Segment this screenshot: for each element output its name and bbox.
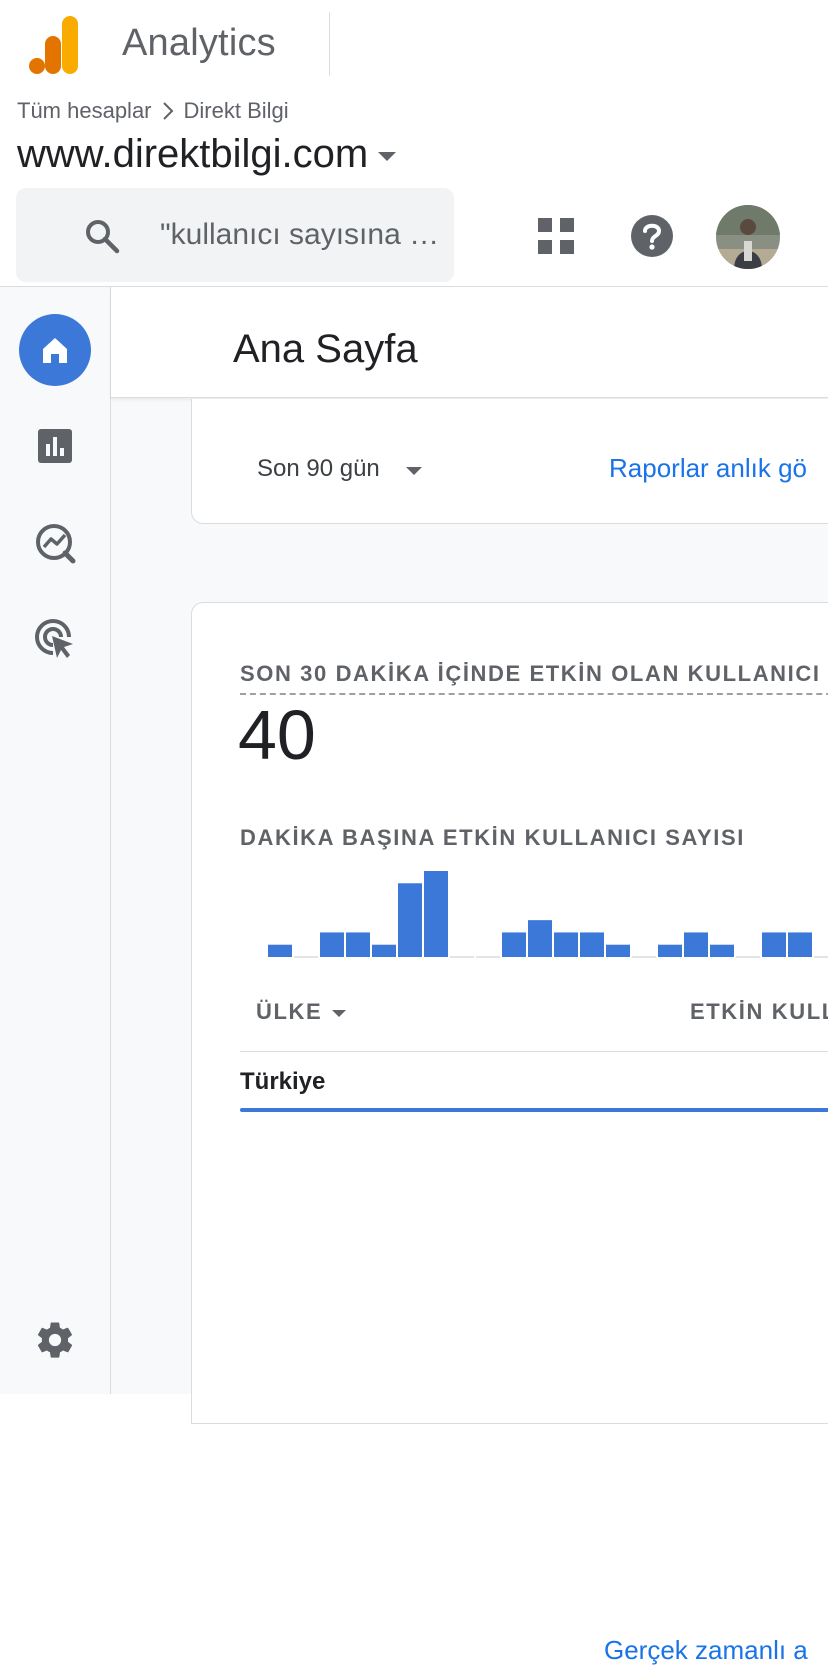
main-content: Ana Sayfa Son 90 gün Raporlar anlık gö S…: [111, 287, 828, 1665]
chart-bar: [268, 944, 292, 957]
chart-bar: [528, 920, 552, 957]
table-divider: [240, 1051, 828, 1052]
table-row-share-bar: [240, 1108, 828, 1112]
chart-bar: [788, 932, 812, 957]
chart-bar: [658, 944, 682, 957]
country-header-label: ÜLKE: [256, 999, 323, 1024]
chart-bar: [398, 883, 422, 957]
country-column-header[interactable]: ÜLKE: [256, 999, 347, 1025]
table-row-country: Türkiye: [240, 1068, 326, 1095]
chevron-right-icon: [162, 102, 173, 120]
date-range-selector[interactable]: Son 90 gün: [257, 455, 422, 483]
nav-explore[interactable]: [19, 507, 91, 579]
gear-icon: [37, 1322, 73, 1358]
search-input[interactable]: "kullanıcı sayısına …: [160, 218, 460, 252]
nav-advertising[interactable]: [19, 603, 91, 675]
active-users-label[interactable]: SON 30 DAKİKA İÇİNDE ETKİN OLAN KULLANIC…: [240, 661, 828, 695]
apps-grid-icon[interactable]: [536, 216, 576, 256]
nav-settings[interactable]: [19, 1304, 91, 1376]
date-range-card: Son 90 gün Raporlar anlık gö: [191, 399, 828, 524]
chart-bar: [346, 932, 370, 957]
per-minute-label: DAKİKA BAŞINA ETKİN KULLANICI SAYISI: [240, 825, 745, 850]
chart-bar: [372, 944, 396, 957]
realtime-link[interactable]: Gerçek zamanlı a: [604, 1635, 808, 1666]
chart-bar: [710, 944, 734, 957]
nav-home[interactable]: [19, 314, 91, 386]
home-icon: [43, 338, 67, 363]
property-name: www.direktbilgi.com: [17, 132, 369, 176]
chart-bar: [684, 932, 708, 957]
nav-reports[interactable]: [19, 410, 91, 482]
per-minute-bar-chart: [268, 871, 828, 958]
reports-snapshot-link[interactable]: Raporlar anlık gö: [609, 453, 807, 484]
chart-bar: [580, 932, 604, 957]
date-range-label: Son 90 gün: [257, 455, 380, 482]
advertising-icon: [35, 619, 73, 658]
header-divider: [329, 12, 330, 76]
breadcrumb-all-accounts[interactable]: Tüm hesaplar: [17, 98, 152, 124]
help-icon[interactable]: [630, 214, 674, 258]
realtime-card: SON 30 DAKİKA İÇİNDE ETKİN OLAN KULLANIC…: [191, 602, 828, 1665]
chart-bar: [762, 932, 786, 957]
chart-bar: [502, 932, 526, 957]
analytics-logo[interactable]: [28, 14, 84, 76]
explore-icon: [36, 524, 76, 564]
page-header: Ana Sayfa: [111, 287, 828, 398]
chevron-down-icon: [405, 466, 422, 475]
active-users-column-header: ETKİN KULL: [690, 999, 828, 1024]
chart-bar: [424, 871, 448, 957]
search-bar[interactable]: "kullanıcı sayısına …: [16, 188, 454, 282]
breadcrumb[interactable]: Tüm hesaplar Direkt Bilgi: [17, 98, 289, 124]
chevron-down-icon: [378, 152, 397, 161]
active-users-value: 40: [238, 696, 316, 774]
reports-icon: [38, 429, 72, 463]
app-header: Analytics Tüm hesaplar Direkt Bilgi www.…: [0, 0, 828, 287]
chart-bar: [320, 932, 344, 957]
property-selector[interactable]: www.direktbilgi.com: [17, 132, 397, 177]
search-icon: [86, 220, 120, 254]
page-title: Ana Sayfa: [233, 327, 418, 371]
chart-bar: [554, 932, 578, 957]
avatar[interactable]: [716, 205, 780, 269]
app-title: Analytics: [122, 22, 276, 64]
chart-bar: [606, 944, 630, 957]
breadcrumb-account[interactable]: Direkt Bilgi: [184, 98, 289, 124]
chevron-down-icon: [332, 1009, 347, 1017]
left-nav: [0, 287, 111, 1394]
